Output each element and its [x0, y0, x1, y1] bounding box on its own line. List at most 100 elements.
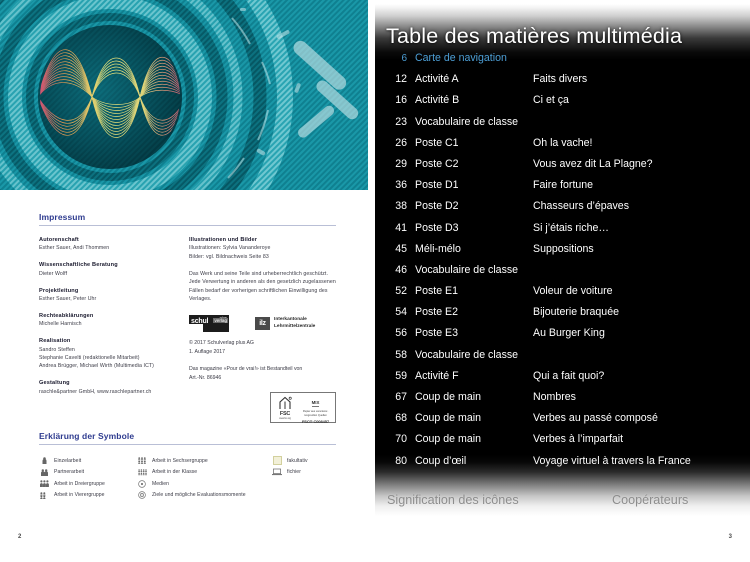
toc-entry-label: Activité A — [415, 73, 459, 86]
toc-row[interactable]: 54 Poste E2 Bijouterie braquée — [387, 306, 747, 327]
toc-entry-label: Vocabulaire de classe — [415, 263, 519, 276]
toc-row[interactable]: 23 Vocabulaire de classe — [387, 116, 747, 137]
legend-label: Arbeit in der Klasse — [152, 469, 198, 476]
toc-row[interactable]: 80 Coup d’œil Voyage virtuel à travers l… — [387, 455, 747, 476]
toc-page-number: 67 — [395, 391, 407, 403]
toc-row[interactable]: 29 Poste C2 Vous avez dit La Plagne? — [387, 158, 747, 179]
toc-row[interactable]: 45 Méli-mélo Suppositions — [387, 243, 747, 264]
footer-cooperateurs[interactable]: Coopérateurs — [612, 493, 688, 507]
person-pair-icon — [39, 468, 49, 476]
toc-entry-label: Carte de navigation — [415, 52, 507, 64]
credit-heading: Wissenschaftliche Beratung — [39, 262, 118, 269]
legend-item: Arbeit in Dreiergruppe — [39, 478, 137, 490]
toc-row[interactable]: 46 Vocabulaire de classe — [387, 264, 747, 285]
credit-group: Autorenschaft Esther Sauer, Andi Thommen — [39, 236, 189, 253]
toc-page-number: 41 — [395, 221, 407, 234]
toc-footer: Signification des icônes Coopérateurs — [387, 493, 742, 507]
toc-page-number: 56 — [395, 327, 407, 340]
toc-entry-label: Vocabulaire de classe — [415, 115, 519, 128]
credit-group: Rechteabklärungen Michelle Harnisch — [39, 312, 189, 329]
toc-row[interactable]: 67 Coup de main Nombres — [387, 391, 747, 412]
toc-row[interactable]: 12 Activité A Faits divers — [387, 73, 747, 94]
legend-label: fakultativ — [287, 457, 308, 464]
toc-row[interactable]: 52 Poste E1 Voleur de voiture — [387, 285, 747, 306]
toc-entry-desc: Oh la vache! — [533, 136, 593, 149]
toc-entry-label: Poste D2 — [415, 200, 459, 213]
toc-row[interactable]: 70 Coup de main Verbes à l’imparfait — [387, 433, 747, 454]
legend-label: Einzelarbeit — [54, 457, 82, 464]
toc-page-number: 80 — [395, 454, 407, 467]
toc-page-number: 54 — [395, 306, 407, 319]
publisher-logos: schul plus verlag ilz Interkantonale Leh… — [189, 315, 336, 333]
toc-entry-label: Coup de main — [415, 433, 481, 446]
legend-item: Ziele und mögliche Evaluationsmomente — [137, 490, 272, 502]
legend-label: Ziele und mögliche Evaluationsmomente — [152, 492, 246, 499]
toc-entry-label: Coup d’œil — [415, 454, 467, 467]
toc-entry-label: Vocabulaire de classe — [415, 348, 519, 361]
toc-entry-desc: Faits divers — [533, 73, 588, 86]
toc-row[interactable]: 56 Poste E3 Au Burger King — [387, 327, 747, 348]
credit-line: Illustrationen: Sylvia Vananderoye — [189, 245, 271, 252]
yellow-square-icon — [272, 456, 282, 466]
credit-group: Gestaltung raschle&partner GmbH, www.ras… — [39, 379, 189, 396]
toc-entry-desc: Nombres — [533, 391, 576, 403]
credit-line: Bilder: vgl. Bildnachweis Seite 83 — [189, 253, 269, 260]
toc-row[interactable]: 41 Poste D3 Si j’étais riche… — [387, 222, 747, 243]
credit-heading: Gestaltung — [39, 380, 70, 387]
toc-entry-desc: Vous avez dit La Plagne? — [533, 157, 653, 170]
legend-item: Partnerarbeit — [39, 467, 137, 479]
impressum-column-left: Autorenschaft Esther Sauer, Andi Thommen… — [39, 236, 189, 423]
legend-item: fichier — [272, 467, 336, 479]
magazine-line: Das magazine «Pour de vrai!» ist Bestand… — [189, 366, 303, 373]
symbols-column-3: fakultativ fichier — [272, 455, 336, 501]
toc-row[interactable]: 36 Poste D1 Faire fortune — [387, 179, 747, 200]
copyright-line: © 2017 Schulverlag plus AG — [189, 340, 254, 347]
credit-heading: Projektleitung — [39, 287, 79, 294]
toc-row[interactable]: 59 Activité F Qui a fait quoi? — [387, 370, 747, 391]
toc-entry-label: Activité B — [415, 94, 460, 107]
toc-entry-desc: Bijouterie braquée — [533, 306, 619, 319]
fsc-certification-logo: FSC www.fsc.org MIX Papier aus verantwor… — [270, 392, 336, 424]
fsc-tree-icon — [279, 396, 292, 409]
toc-entry-label: Poste D1 — [415, 179, 459, 192]
credit-line: Esther Sauer, Andi Thommen — [39, 245, 110, 252]
person-six-icon — [137, 457, 147, 465]
legend-label: fichier — [287, 469, 301, 476]
toc-row[interactable]: 68 Coup de main Verbes au passé composé — [387, 412, 747, 433]
symbols-column-2: Arbeit in Sechsergruppe Arbeit in der Kl… — [137, 455, 272, 501]
credit-line: Stephanie Cavelti (redaktionelle Mitarbe… — [39, 355, 140, 362]
toc-entry-label: Poste D3 — [415, 221, 459, 234]
impressum-divider — [39, 225, 336, 226]
toc-page-number: 58 — [395, 348, 407, 361]
ilz-mark: ilz — [255, 317, 270, 331]
toc-entry-label: Activité F — [415, 369, 459, 382]
toc-row[interactable]: 16 Activité B Ci et ça — [387, 94, 747, 115]
footer-signification-icones[interactable]: Signification des icônes — [387, 493, 612, 507]
person-trio-icon — [39, 480, 49, 488]
toc-row[interactable]: 38 Poste D2 Chasseurs d’épaves — [387, 200, 747, 221]
toc-page-number: 29 — [395, 157, 407, 170]
ilz-logo: ilz Interkantonale Lehrmittelzentrale — [255, 317, 315, 331]
credit-group: Wissenschaftliche Beratung Dieter Wolff — [39, 261, 189, 278]
credit-line: Sandro Steffen — [39, 346, 75, 353]
credit-heading: Illustrationen und Bilder — [189, 237, 258, 243]
toc-page-number: 59 — [395, 369, 407, 382]
symbols-divider — [39, 444, 336, 445]
impressum-column-right: Illustrationen und Bilder Illustrationen… — [189, 236, 336, 424]
legend-label: Partnerarbeit — [54, 469, 85, 476]
impressum-title: Impressum — [39, 212, 86, 222]
credit-group: Realisation Sandro Steffen Stephanie Cav… — [39, 337, 189, 371]
fsc-desc-line1: Papier aus verantwor- — [302, 410, 329, 414]
legend-item: Medien — [137, 478, 272, 490]
ilz-line1: Interkantonale — [274, 317, 307, 323]
toc-entry-desc: Faire fortune — [533, 179, 594, 192]
legend-item: Arbeit in der Klasse — [137, 467, 272, 479]
toc-entry-desc: Verbes au passé composé — [533, 412, 658, 425]
toc-row[interactable]: 26 Poste C1 Oh la vache! — [387, 137, 747, 158]
toc-entry-desc: Qui a fait quoi? — [533, 369, 605, 382]
person-single-icon — [39, 457, 49, 465]
toc-row[interactable]: 58 Vocabulaire de classe — [387, 349, 747, 370]
credit-heading: Realisation — [39, 338, 71, 345]
toc-entry-label: Poste E2 — [415, 306, 458, 319]
toc-row[interactable]: 6 Carte de navigation — [387, 52, 747, 73]
